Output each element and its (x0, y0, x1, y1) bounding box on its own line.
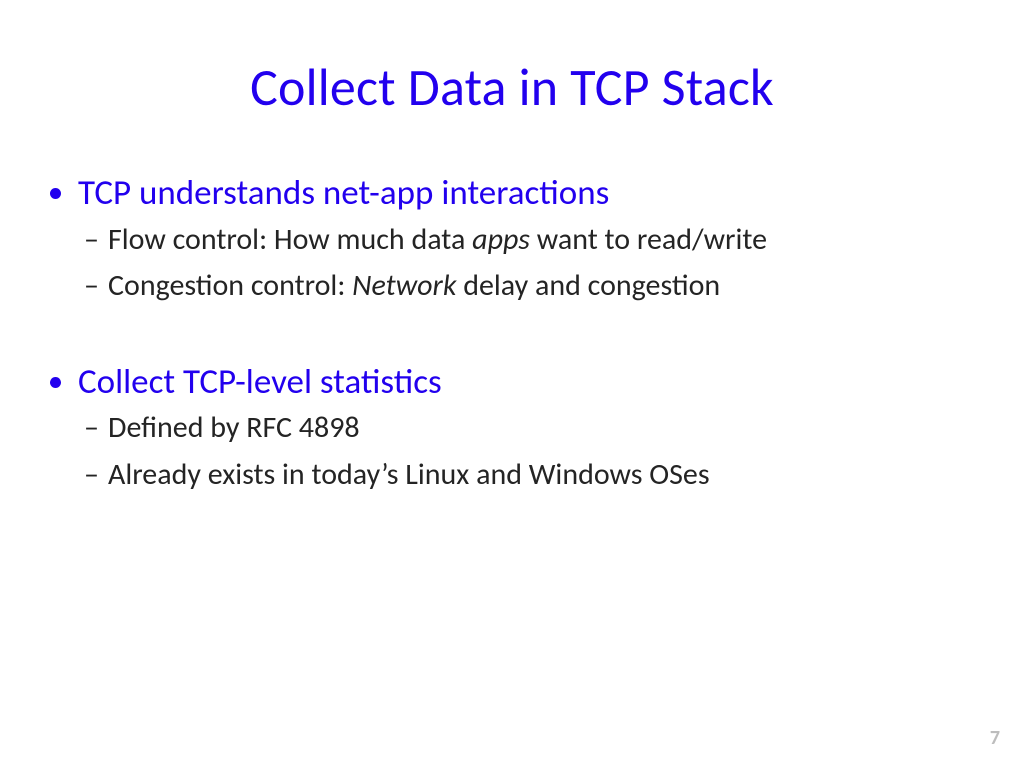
bullet-list: TCP understands net-app interactions Flo… (40, 171, 984, 498)
bullet-2-sub-1-text: Defined by RFC 4898 (108, 409, 360, 446)
bullet-2: Collect TCP-level statistics Defined by … (78, 360, 984, 499)
bullet-1-text: TCP understands net-app interactions (78, 172, 609, 214)
bullet-1-sub-1-italic: apps (472, 221, 530, 258)
page-number: 7 (990, 726, 1000, 750)
bullet-1-sub-2: Congestion control: Network delay and co… (108, 263, 984, 310)
bullet-1-sub-2-text-c: delay and congestion (456, 267, 720, 304)
bullet-2-sub-2: Already exists in today’s Linux and Wind… (108, 452, 984, 499)
bullet-1-sub-1-text-c: want to read/write (530, 221, 767, 258)
bullet-1-sub-2-italic: Network (352, 267, 456, 304)
slide-title: Collect Data in TCP Stack (40, 55, 984, 119)
bullet-1-sub-1: Flow control: How much data apps want to… (108, 217, 984, 264)
bullet-2-sub-1: Defined by RFC 4898 (108, 405, 984, 452)
bullet-2-text: Collect TCP-level statistics (78, 361, 442, 403)
bullet-1-sub-2-text-a: Congestion control: (108, 267, 352, 304)
spacer (78, 312, 984, 360)
slide: Collect Data in TCP Stack TCP understand… (0, 0, 1024, 768)
bullet-2-sub-2-text: Already exists in today’s Linux and Wind… (108, 456, 710, 493)
bullet-1-sub-1-text-a: Flow control: How much data (108, 221, 472, 258)
bullet-2-sublist: Defined by RFC 4898 Already exists in to… (78, 405, 984, 498)
bullet-1: TCP understands net-app interactions Flo… (78, 171, 984, 310)
bullet-1-sublist: Flow control: How much data apps want to… (78, 217, 984, 310)
